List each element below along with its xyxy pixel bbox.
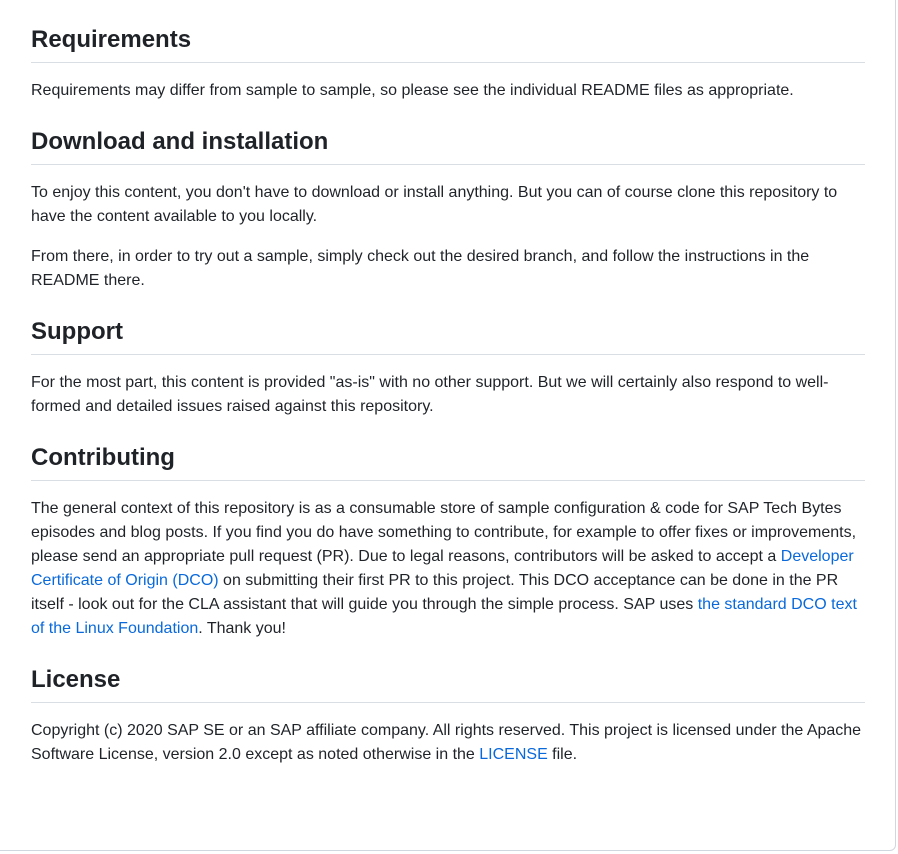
heading-download-installation: Download and installation	[31, 127, 865, 165]
contributing-text-part: . Thank you!	[198, 620, 286, 637]
license-link[interactable]: LICENSE	[479, 746, 547, 763]
support-text: For the most part, this content is provi…	[31, 374, 829, 415]
heading-contributing: Contributing	[31, 443, 865, 481]
heading-requirements: Requirements	[31, 25, 865, 63]
download-text-1: To enjoy this content, you don't have to…	[31, 184, 838, 225]
license-text-part: Copyright (c) 2020 SAP SE or an SAP affi…	[31, 722, 862, 763]
contributing-text-part: The general context of this repository i…	[31, 500, 857, 565]
readme-content: Requirements Requirements may differ fro…	[31, 1, 865, 783]
requirements-text: Requirements may differ from sample to s…	[31, 82, 794, 99]
license-text: Copyright (c) 2020 SAP SE or an SAP affi…	[31, 719, 865, 767]
license-text-part: file.	[547, 746, 578, 763]
contributing-text: The general context of this repository i…	[31, 497, 865, 641]
heading-support: Support	[31, 317, 865, 355]
download-text-2: From there, in order to try out a sample…	[31, 248, 810, 289]
heading-license: License	[31, 665, 865, 703]
